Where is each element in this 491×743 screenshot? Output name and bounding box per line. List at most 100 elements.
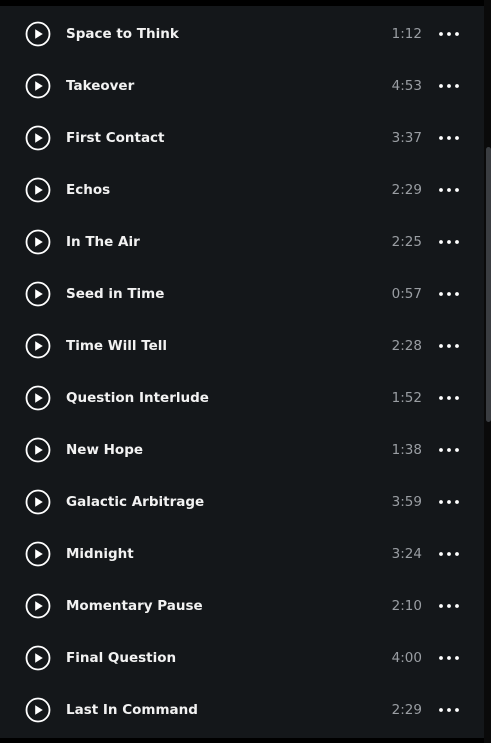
track-title[interactable]: In The Air <box>66 216 140 268</box>
play-button[interactable] <box>25 645 51 671</box>
play-circle-icon <box>25 333 51 359</box>
track-duration: 4:53 <box>391 78 422 94</box>
more-options-button[interactable] <box>438 388 460 408</box>
track-title[interactable]: New Hope <box>66 424 143 476</box>
track-duration: 2:29 <box>391 182 422 198</box>
track-row[interactable]: In The Air 2:25 <box>0 216 484 268</box>
track-row[interactable]: Seed in Time 0:57 <box>0 268 484 320</box>
more-horizontal-icon <box>439 708 459 712</box>
track-duration: 1:38 <box>391 442 422 458</box>
track-title[interactable]: Galactic Arbitrage <box>66 476 204 528</box>
more-options-button[interactable] <box>438 596 460 616</box>
more-horizontal-icon <box>439 448 459 452</box>
more-horizontal-icon <box>439 292 459 296</box>
more-options-button[interactable] <box>438 544 460 564</box>
track-list-panel: Space to Think 1:12 Takeover 4:53 First Cont… <box>0 6 484 738</box>
more-options-button[interactable] <box>438 24 460 44</box>
play-circle-icon <box>25 281 51 307</box>
play-button[interactable] <box>25 73 51 99</box>
more-options-button[interactable] <box>438 232 460 252</box>
track-row[interactable]: Momentary Pause 2:10 <box>0 580 484 632</box>
scrollbar-thumb[interactable] <box>486 147 491 422</box>
play-circle-icon <box>25 489 51 515</box>
track-row[interactable]: Echos 2:29 <box>0 164 484 216</box>
play-button[interactable] <box>25 281 51 307</box>
track-title[interactable]: Momentary Pause <box>66 580 203 632</box>
track-title[interactable]: Question Interlude <box>66 372 209 424</box>
more-horizontal-icon <box>439 136 459 140</box>
track-duration: 4:00 <box>391 650 422 666</box>
play-circle-icon <box>25 21 51 47</box>
track-title[interactable]: Final Question <box>66 632 176 684</box>
play-button[interactable] <box>25 489 51 515</box>
track-title[interactable]: Space to Think <box>66 8 179 60</box>
track-row[interactable]: Last In Command 2:29 <box>0 684 484 736</box>
track-title[interactable]: Echos <box>66 164 110 216</box>
track-duration: 3:37 <box>391 130 422 146</box>
track-title[interactable]: Last In Command <box>66 684 198 736</box>
track-duration: 3:59 <box>391 494 422 510</box>
play-button[interactable] <box>25 541 51 567</box>
track-list: Space to Think 1:12 Takeover 4:53 First Cont… <box>0 8 484 736</box>
track-duration: 1:52 <box>391 390 422 406</box>
play-circle-icon <box>25 541 51 567</box>
more-horizontal-icon <box>439 344 459 348</box>
more-options-button[interactable] <box>438 76 460 96</box>
track-duration: 2:29 <box>391 702 422 718</box>
track-row[interactable]: Space to Think 1:12 <box>0 8 484 60</box>
more-horizontal-icon <box>439 188 459 192</box>
track-title[interactable]: Midnight <box>66 528 134 580</box>
play-button[interactable] <box>25 177 51 203</box>
track-title[interactable]: First Contact <box>66 112 165 164</box>
more-horizontal-icon <box>439 500 459 504</box>
track-row[interactable]: Midnight 3:24 <box>0 528 484 580</box>
play-button[interactable] <box>25 229 51 255</box>
track-row[interactable]: First Contact 3:37 <box>0 112 484 164</box>
track-title[interactable]: Takeover <box>66 60 134 112</box>
track-row[interactable]: Takeover 4:53 <box>0 60 484 112</box>
track-row[interactable]: Time Will Tell 2:28 <box>0 320 484 372</box>
more-horizontal-icon <box>439 604 459 608</box>
track-duration: 2:10 <box>391 598 422 614</box>
play-button[interactable] <box>25 697 51 723</box>
more-horizontal-icon <box>439 552 459 556</box>
more-options-button[interactable] <box>438 440 460 460</box>
track-row[interactable]: Question Interlude 1:52 <box>0 372 484 424</box>
track-duration: 0:57 <box>391 286 422 302</box>
track-row[interactable]: New Hope 1:38 <box>0 424 484 476</box>
play-button[interactable] <box>25 437 51 463</box>
track-row[interactable]: Galactic Arbitrage 3:59 <box>0 476 484 528</box>
play-circle-icon <box>25 593 51 619</box>
more-options-button[interactable] <box>438 336 460 356</box>
play-button[interactable] <box>25 593 51 619</box>
track-row[interactable]: Final Question 4:00 <box>0 632 484 684</box>
play-button[interactable] <box>25 125 51 151</box>
more-horizontal-icon <box>439 84 459 88</box>
more-horizontal-icon <box>439 32 459 36</box>
track-title[interactable]: Time Will Tell <box>66 320 167 372</box>
music-app: Space to Think 1:12 Takeover 4:53 First Cont… <box>0 0 491 743</box>
play-circle-icon <box>25 697 51 723</box>
play-circle-icon <box>25 73 51 99</box>
track-duration: 1:12 <box>391 26 422 42</box>
more-options-button[interactable] <box>438 492 460 512</box>
more-options-button[interactable] <box>438 180 460 200</box>
play-button[interactable] <box>25 21 51 47</box>
play-circle-icon <box>25 177 51 203</box>
play-button[interactable] <box>25 385 51 411</box>
track-title[interactable]: Seed in Time <box>66 268 164 320</box>
more-horizontal-icon <box>439 240 459 244</box>
more-options-button[interactable] <box>438 284 460 304</box>
track-duration: 2:25 <box>391 234 422 250</box>
more-options-button[interactable] <box>438 700 460 720</box>
play-circle-icon <box>25 229 51 255</box>
more-options-button[interactable] <box>438 648 460 668</box>
more-options-button[interactable] <box>438 128 460 148</box>
play-circle-icon <box>25 437 51 463</box>
track-duration: 3:24 <box>391 546 422 562</box>
more-horizontal-icon <box>439 396 459 400</box>
play-circle-icon <box>25 385 51 411</box>
play-circle-icon <box>25 645 51 671</box>
play-button[interactable] <box>25 333 51 359</box>
more-horizontal-icon <box>439 656 459 660</box>
